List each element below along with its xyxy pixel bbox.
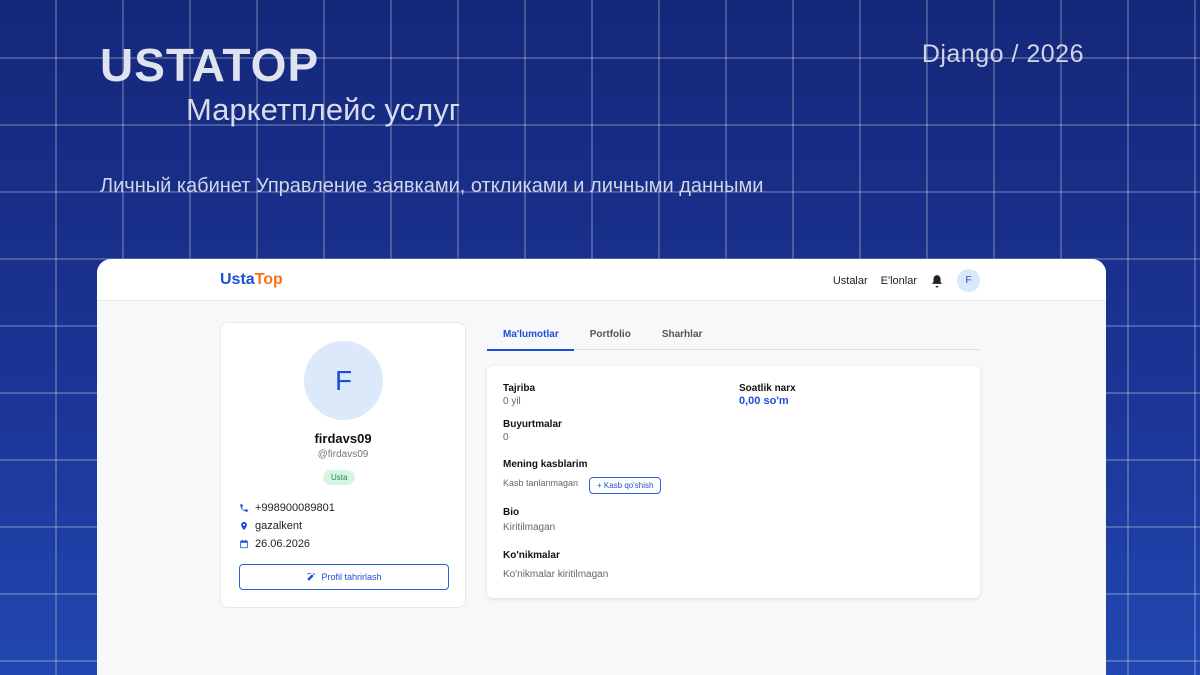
calendar-icon (240, 539, 248, 549)
profile-name: firdavs09 (314, 431, 372, 446)
hourly-price-label: Soatlik narx (739, 383, 796, 394)
nav-link-ads[interactable]: E'lonlar (881, 275, 917, 287)
skills-value: Ko'nikmalar kiritilmagan (503, 569, 609, 580)
logo-part-top: Top (254, 271, 283, 288)
profile-tabs: Ma'lumotlar Portfolio Sharhlar (487, 325, 980, 351)
date-value: 26.06.2026 (255, 538, 311, 550)
phone-value: +998900089801 (255, 502, 335, 514)
hourly-price-value: 0,00 so'm (739, 395, 789, 407)
professions-label: Mening kasblarim (503, 459, 588, 470)
nav-link-masters[interactable]: Ustalar (833, 275, 868, 287)
edit-profile-label: Profil tahrirlash (321, 572, 382, 582)
tab-info[interactable]: Ma'lumotlar (487, 325, 574, 351)
orders-label: Buyurtmalar (503, 419, 562, 430)
experience-label: Tajriba (503, 383, 536, 394)
slide-title: USTATOP (100, 39, 320, 91)
details-card: Tajriba 0 yil Soatlik narx 0,00 so'm Buy… (487, 366, 980, 598)
location-value: gazalkent (255, 520, 303, 532)
slide-tagline: Личный кабинет Управление заявками, откл… (100, 175, 764, 197)
slide-subtitle: Маркетплейс услуг (186, 92, 461, 127)
role-badge: Usta (323, 470, 356, 485)
phone-row: +998900089801 (239, 502, 335, 514)
skills-label: Ko'nikmalar (503, 550, 560, 561)
logo[interactable]: UstaTop (220, 271, 283, 289)
professions-value: Kasb tanlanmagan (503, 478, 579, 488)
profile-avatar: F (304, 341, 383, 420)
bio-label: Bio (503, 507, 520, 518)
user-avatar[interactable]: F (957, 269, 980, 292)
edit-profile-button[interactable]: Profil tahrirlash (239, 564, 449, 590)
experience-value: 0 yil (503, 396, 521, 407)
date-row: 26.06.2026 (239, 538, 310, 550)
logo-part-usta: Usta (220, 271, 255, 288)
tab-portfolio[interactable]: Portfolio (590, 325, 631, 350)
navbar: UstaTop Ustalar E'lonlar F (97, 259, 1106, 301)
location-pin-icon (241, 521, 247, 531)
bio-value: Kiritilmagan (503, 522, 556, 533)
orders-value: 0 (503, 432, 509, 443)
tech-stack-label: Django / 2026 (921, 40, 1084, 68)
phone-icon (240, 504, 248, 512)
edit-icon (307, 572, 316, 581)
nav-links: Ustalar E'lonlar F (833, 269, 980, 292)
tab-reviews[interactable]: Sharhlar (662, 325, 703, 350)
profile-card: F firdavs09 @firdavs09 Usta +99890008980… (220, 322, 466, 608)
bell-icon[interactable] (930, 274, 944, 288)
profile-handle: @firdavs09 (317, 449, 369, 460)
app-window: UstaTop Ustalar E'lonlar F F firdavs09 @… (97, 259, 1106, 675)
add-profession-button[interactable]: + Kasb qo'shish (589, 477, 662, 494)
location-row: gazalkent (239, 520, 302, 532)
